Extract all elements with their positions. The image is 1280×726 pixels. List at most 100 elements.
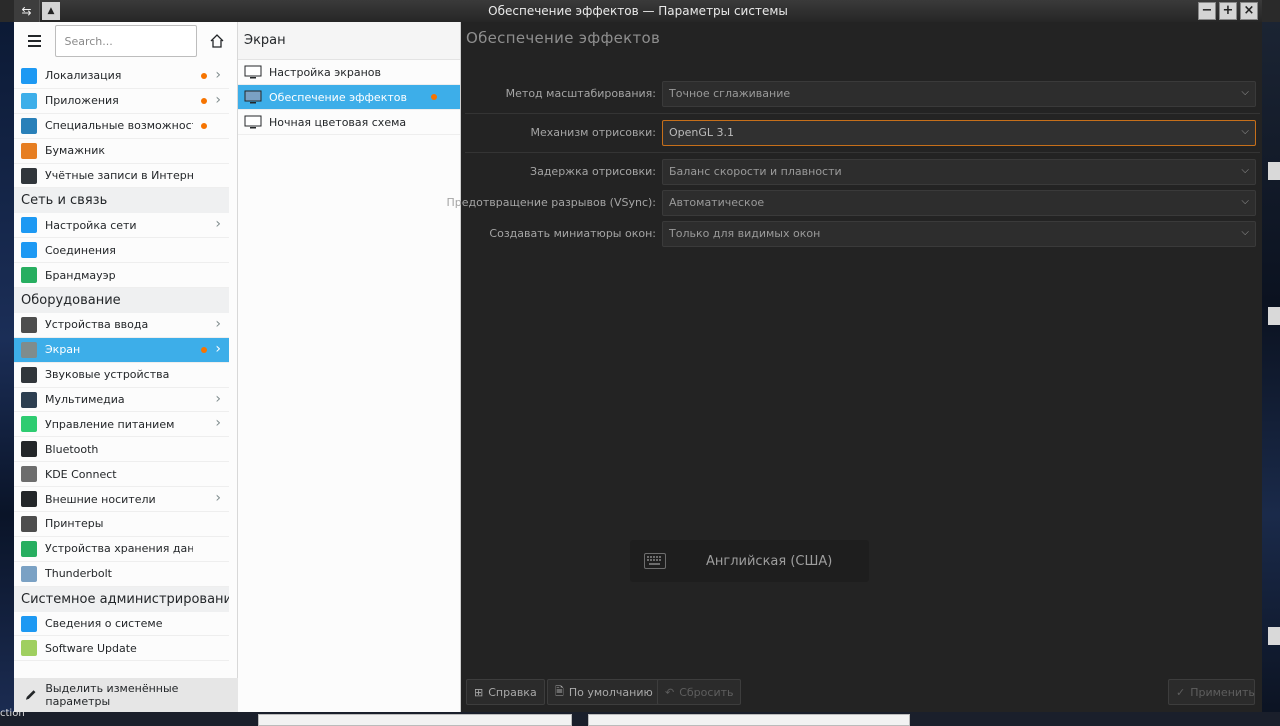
sidebar-item[interactable]: KDE Connect (14, 462, 229, 488)
chevron-right-icon: › (215, 390, 221, 407)
module-icon (21, 416, 37, 433)
chevron-down-icon: ⌵ (1241, 87, 1249, 98)
module-icon (21, 466, 37, 483)
sidebar-item-label: Соединения (45, 243, 116, 257)
subcategory-label: Ночная цветовая схема (269, 115, 407, 129)
vsync-combo[interactable]: Автоматическое ⌵ (662, 190, 1256, 216)
renderer-combo[interactable]: OpenGL 3.1 ⌵ (662, 120, 1256, 146)
sidebar-item[interactable]: Специальные возможности (14, 114, 229, 139)
chevron-down-icon: ⌵ (1241, 165, 1249, 176)
keyboard-layout-text: Английская (США) (706, 553, 833, 569)
module-icon (21, 316, 37, 333)
sidebar-item[interactable]: Принтеры (14, 512, 229, 537)
sidebar-item[interactable]: Бумажник (14, 139, 229, 164)
changed-indicator-icon (201, 97, 207, 104)
window-titlebar[interactable]: ⇆ ▲ Обеспечение эффектов — Параметры сис… (14, 0, 1262, 22)
thumbnails-combo[interactable]: Только для видимых окон ⌵ (662, 221, 1256, 247)
sidebar-item[interactable]: Приложения › (14, 89, 229, 114)
maximize-button[interactable]: + (1219, 2, 1237, 20)
module-icon (21, 491, 37, 508)
module-icon (21, 67, 37, 84)
module-icon (21, 640, 37, 657)
sidebar-item[interactable]: Bluetooth (14, 437, 229, 463)
close-button[interactable]: × (1240, 2, 1258, 20)
sidebar-header (14, 22, 237, 60)
sidebar-item[interactable]: Сведения о системе (14, 612, 229, 637)
sidebar-item-label: Приложения (45, 94, 119, 108)
chevron-right-icon: › (215, 315, 221, 332)
sidebar-item[interactable]: Брандмауэр (14, 263, 229, 289)
module-icon (21, 515, 37, 532)
sidebar-item[interactable]: Внешние носители › (14, 487, 229, 513)
scale-method-combo[interactable]: Точное сглаживание ⌵ (662, 81, 1256, 107)
module-icon (21, 142, 37, 159)
subcategory-item[interactable]: Обеспечение эффектов (238, 85, 460, 110)
module-icon (21, 540, 37, 557)
sidebar-item-label: Внешние носители (45, 492, 156, 506)
chevron-right-icon: › (215, 340, 221, 357)
reset-button[interactable]: ↶ Сбросить (657, 679, 742, 705)
sidebar-item-label: Управление питанием (45, 417, 175, 431)
highlight-changed-button[interactable]: Выделить изменённые параметры (14, 678, 238, 712)
module-icon (21, 441, 37, 458)
subcategory-label: Настройка экранов (269, 65, 382, 79)
sidebar-item[interactable]: Настройка сети › (14, 213, 229, 239)
minimize-button[interactable]: − (1198, 2, 1216, 20)
latency-combo[interactable]: Баланс скорости и плавности ⌵ (662, 159, 1256, 185)
sidebar-item-label: Бумажник (45, 144, 105, 158)
subcategory-item[interactable]: Настройка экранов (238, 60, 460, 85)
sidebar-item[interactable]: Устройства ввода › (14, 313, 229, 338)
desktop-left-strip (0, 22, 14, 726)
sidebar-item[interactable]: Локализация › (14, 64, 229, 89)
sidebar-item[interactable]: Соединения (14, 238, 229, 264)
sidebar-item-label: Звуковые устройства (45, 368, 170, 382)
monitor-icon (244, 115, 262, 129)
module-icon (21, 366, 37, 383)
sidebar-item[interactable]: Thunderbolt (14, 562, 229, 587)
sidebar-item-label: Специальные возможности (45, 119, 193, 133)
chevron-right-icon: › (215, 67, 221, 83)
vsync-row: Предотвращение разрывов (VSync): Автомат… (447, 190, 1262, 216)
latency-row: Задержка отрисовки: Баланс скорости и пл… (461, 159, 1262, 185)
desktop-bottom-strip (0, 712, 1280, 726)
vsync-value: Автоматическое (669, 196, 765, 209)
help-button[interactable]: ⊞ Справка (466, 679, 545, 705)
sidebar-item[interactable]: Экран › (14, 337, 229, 363)
sidebar-item-label: Bluetooth (45, 442, 99, 456)
sidebar-item-label: Software Update (45, 641, 137, 655)
sidebar-item-label: Брандмауэр (45, 268, 116, 282)
module-icon (21, 341, 37, 358)
sidebar-item-label: Учётные записи в Интернете (45, 169, 193, 182)
sidebar-item[interactable]: Устройства хранения данных (14, 537, 229, 562)
home-icon[interactable] (203, 27, 231, 55)
subcategory-pane: Экран Настройка экранов Обеспечение эффек… (238, 22, 461, 712)
defaults-label: По умолчанию (568, 685, 653, 699)
renderer-value: OpenGL 3.1 (669, 126, 735, 139)
sidebar-item[interactable]: Звуковые устройства (14, 363, 229, 388)
search-input[interactable] (55, 25, 198, 57)
document-icon: 🗎 (555, 684, 564, 698)
help-icon: ⊞ (474, 685, 484, 699)
subcategory-item[interactable]: Ночная цветовая схема (238, 110, 460, 135)
changed-indicator-icon (201, 122, 207, 129)
sidebar-item[interactable]: Учётные записи в Интернете (14, 164, 229, 189)
latency-value: Баланс скорости и плавности (669, 165, 842, 178)
divider (465, 113, 1260, 114)
chevron-right-icon: › (215, 216, 221, 233)
module-icon (21, 167, 37, 184)
sidebar-item[interactable]: Управление питанием › (14, 412, 229, 438)
apply-button[interactable]: ✓ Применить (1168, 679, 1255, 705)
sidebar-category: Системное администрирование (14, 586, 229, 612)
sidebar-item-label: Локализация (45, 69, 122, 83)
subcategory-label: Обеспечение эффектов (269, 90, 407, 104)
sidebar-category: Оборудование (14, 288, 229, 313)
module-icon (21, 391, 37, 408)
changed-indicator-icon (201, 346, 207, 353)
sidebar-item[interactable]: Мультимедиа › (14, 388, 229, 413)
defaults-button[interactable]: 🗎 По умолчанию (547, 679, 661, 705)
hamburger-menu-icon[interactable] (20, 27, 49, 55)
scale-method-value: Точное сглаживание (669, 87, 791, 100)
pen-icon (25, 690, 36, 700)
sidebar-item[interactable]: Software Update (14, 636, 229, 662)
module-icon (21, 267, 37, 284)
